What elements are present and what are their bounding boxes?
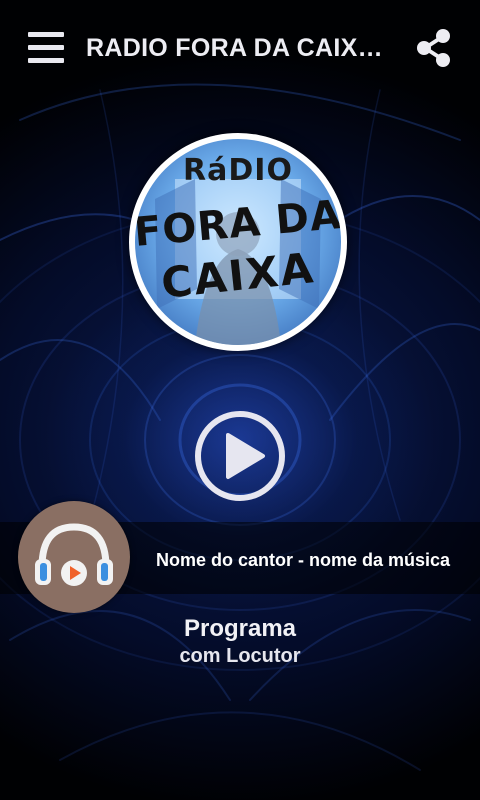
app-title: RADIO FORA DA CAIXA... [86, 34, 396, 62]
album-cover [18, 501, 130, 613]
now-playing-track: Nome do cantor - nome da música [155, 550, 451, 570]
background-art [0, 83, 480, 771]
headphones-play-icon [35, 523, 113, 586]
station-logo: RáDIO FORA DA CAIXA [129, 133, 347, 351]
logo-text-radio: RáDIO [183, 153, 293, 188]
program-host: com Locutor [179, 645, 301, 667]
top-bar: RADIO FORA DA CAIXA... [0, 0, 480, 100]
play-icon [195, 411, 285, 501]
play-button[interactable] [193, 409, 287, 503]
program-title: Programa [183, 615, 297, 642]
station-logo-image: RáDIO FORA DA CAIXA [135, 139, 341, 345]
hamburger-menu-icon[interactable] [28, 32, 64, 64]
share-icon[interactable] [414, 28, 454, 68]
